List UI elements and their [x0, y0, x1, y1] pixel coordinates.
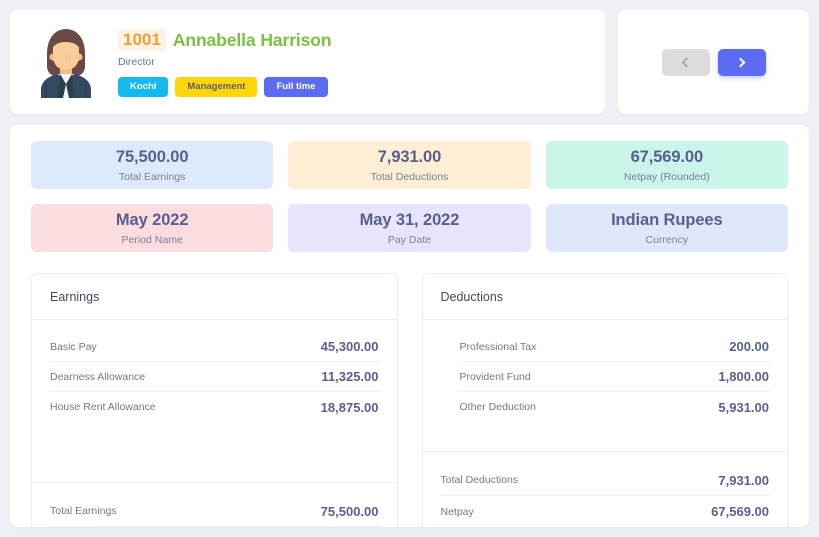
summary-label: Total Earnings: [118, 170, 186, 183]
row-value: 1,800.00: [718, 369, 769, 384]
summary-label: Total Deductions: [370, 170, 449, 183]
table-row: Provident Fund 1,800.00: [459, 362, 769, 392]
earnings-totals: Total Earnings 75,500.00: [32, 482, 397, 527]
panels: Earnings Basic Pay 45,300.00 Dearness Al…: [31, 273, 788, 527]
employee-title: Director: [118, 56, 155, 69]
summary-label: Period Name: [121, 233, 183, 246]
summary-value: Indian Rupees: [611, 210, 723, 229]
total-row: Total Deductions 7,931.00: [440, 465, 769, 496]
employee-name: Annabella Harrison: [172, 29, 332, 50]
summary-grid: 75,500.00 Total Earnings 7,931.00 Total …: [31, 141, 788, 252]
previous-employee-button[interactable]: [661, 48, 710, 76]
table-row: Other Deduction 5,931.00: [460, 392, 770, 422]
row-value: 11,325.00: [321, 369, 379, 384]
summary-card-currency: Indian Rupees Currency: [545, 204, 788, 252]
summary-value: 7,931.00: [377, 147, 442, 166]
row-value: 18,875.00: [320, 399, 379, 415]
summary-value: May 31, 2022: [359, 210, 460, 229]
summary-card-period-name: May 2022 Period Name: [31, 204, 274, 252]
row-label: Netpay: [440, 505, 474, 518]
employee-badges: Kochi Management Full time: [118, 77, 332, 97]
deductions-panel: Deductions Professional Tax 200.00 Provi…: [421, 273, 788, 527]
summary-value: May 2022: [115, 210, 189, 229]
total-row: Total Earnings 75,500.00: [50, 496, 379, 527]
summary-value: 75,500.00: [115, 147, 189, 166]
payslip-page: 1001 Annabella Harrison Director Kochi M…: [0, 0, 819, 537]
row-label: Professional Tax: [459, 340, 537, 353]
summary-card-total-deductions: 7,931.00 Total Deductions: [288, 141, 531, 189]
row-value: 45,300.00: [320, 339, 379, 354]
earnings-panel: Earnings Basic Pay 45,300.00 Dearness Al…: [31, 273, 398, 527]
deductions-rows: Professional Tax 200.00 Provident Fund 1…: [423, 320, 788, 422]
row-label: Basic Pay: [50, 340, 97, 353]
employee-card: 1001 Annabella Harrison Director Kochi M…: [10, 10, 605, 114]
earnings-title: Earnings: [50, 290, 100, 304]
next-employee-button[interactable]: [717, 48, 766, 76]
table-row: Basic Pay 45,300.00: [50, 332, 379, 362]
earnings-header: Earnings: [32, 274, 397, 320]
earnings-rows: Basic Pay 45,300.00 Dearness Allowance 1…: [32, 320, 397, 422]
total-row: Netpay 67,569.00: [441, 496, 770, 527]
table-row: Dearness Allowance 11,325.00: [50, 362, 379, 392]
row-value: 5,931.00: [718, 399, 769, 415]
row-label: Dearness Allowance: [50, 370, 146, 383]
row-value: 200.00: [729, 339, 769, 354]
summary-label: Netpay (Rounded): [623, 170, 710, 183]
deductions-totals: Total Deductions 7,931.00 Netpay 67,569.…: [422, 451, 787, 527]
badge-employment-type: Full time: [264, 77, 328, 97]
badge-department: Management: [175, 77, 258, 97]
deductions-spacer: [423, 422, 788, 451]
chevron-left-icon: [681, 57, 692, 67]
earnings-spacer: [32, 422, 397, 482]
row-value: 7,931.00: [718, 472, 769, 488]
summary-label: Pay Date: [387, 233, 432, 246]
summary-card-total-earnings: 75,500.00 Total Earnings: [31, 141, 274, 189]
top-row: 1001 Annabella Harrison Director Kochi M…: [10, 10, 809, 114]
deductions-title: Deductions: [440, 290, 504, 304]
table-row: Professional Tax 200.00: [459, 332, 769, 362]
summary-label: Currency: [645, 233, 689, 246]
row-label: Other Deduction: [459, 401, 536, 413]
chevron-right-icon: [735, 57, 746, 67]
employee-avatar: [32, 26, 100, 98]
summary-value: 67,569.00: [630, 147, 704, 166]
row-label: Provident Fund: [459, 370, 531, 383]
employee-name-line: 1001 Annabella Harrison: [118, 29, 332, 52]
row-value: 75,500.00: [320, 503, 379, 519]
payslip-details-card: 75,500.00 Total Earnings 7,931.00 Total …: [10, 125, 809, 527]
navigation-card: [618, 10, 809, 114]
summary-card-netpay-rounded: 67,569.00 Netpay (Rounded): [545, 141, 788, 189]
deductions-header: Deductions: [422, 274, 787, 320]
row-label: Total Earnings: [50, 505, 117, 517]
badge-location: Kochi: [118, 77, 169, 97]
row-label: House Rent Allowance: [50, 401, 156, 413]
summary-card-pay-date: May 31, 2022 Pay Date: [288, 204, 531, 252]
table-row: House Rent Allowance 18,875.00: [50, 392, 379, 422]
row-label: Total Deductions: [440, 474, 519, 486]
employee-id: 1001: [118, 29, 166, 52]
row-value: 67,569.00: [711, 504, 769, 519]
employee-info: 1001 Annabella Harrison Director Kochi M…: [118, 27, 332, 97]
